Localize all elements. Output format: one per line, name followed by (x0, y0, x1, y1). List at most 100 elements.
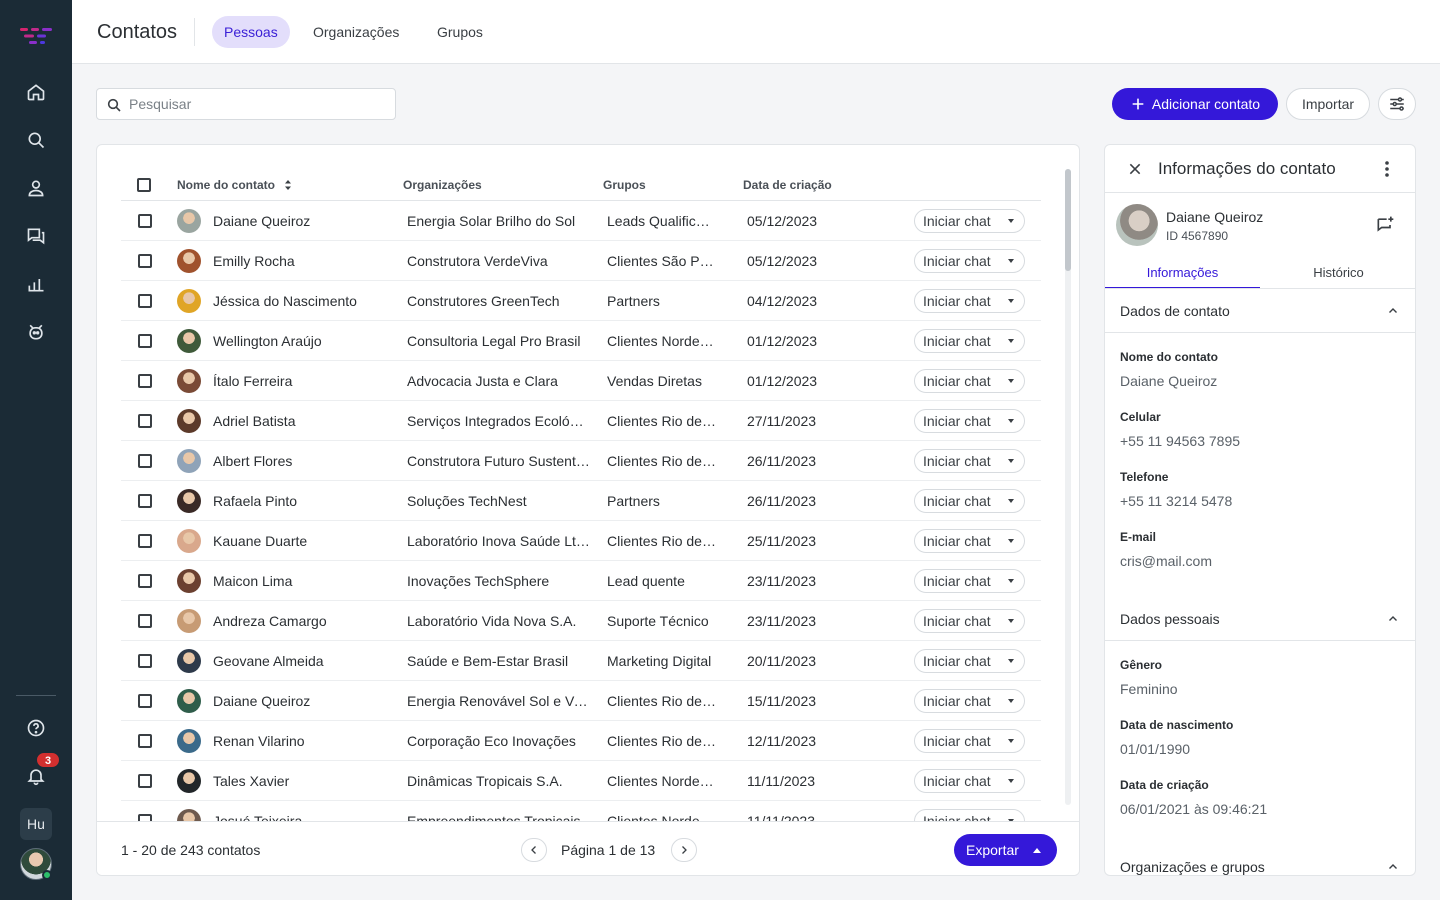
app-logo[interactable] (20, 26, 52, 46)
chevron-down-icon[interactable] (1008, 699, 1014, 703)
contact-name-cell[interactable]: Geovane Almeida (213, 653, 393, 669)
chevron-down-icon[interactable] (1008, 739, 1014, 743)
chevron-down-icon[interactable] (1008, 459, 1014, 463)
select-all-checkbox[interactable] (137, 178, 151, 192)
start-chat-button[interactable]: Iniciar chat (914, 249, 1025, 273)
row-checkbox[interactable] (138, 814, 152, 821)
chevron-down-icon[interactable] (1008, 499, 1014, 503)
start-chat-button[interactable]: Iniciar chat (914, 649, 1025, 673)
row-checkbox[interactable] (138, 494, 152, 508)
contact-name-cell[interactable]: Wellington Araújo (213, 333, 393, 349)
help-icon[interactable] (24, 716, 48, 740)
home-icon[interactable] (24, 80, 48, 104)
row-checkbox[interactable] (138, 734, 152, 748)
table-row[interactable]: Maicon Lima Inovações TechSphere Lead quen… (121, 561, 1041, 601)
start-chat-button[interactable]: Iniciar chat (914, 209, 1025, 233)
row-checkbox[interactable] (138, 374, 152, 388)
table-row[interactable]: Daiane Queiroz Energia Renovável Sol e Ve… (121, 681, 1041, 721)
sort-icon[interactable] (284, 179, 292, 191)
start-chat-button[interactable]: Iniciar chat (914, 489, 1025, 513)
row-checkbox[interactable] (138, 654, 152, 668)
contact-name-cell[interactable]: Ítalo Ferreira (213, 373, 393, 389)
export-button[interactable]: Exportar (954, 834, 1057, 866)
add-contact-button[interactable]: Adicionar contato (1112, 88, 1278, 120)
contact-name-cell[interactable]: Albert Flores (213, 453, 393, 469)
table-row[interactable]: Geovane Almeida Saúde e Bem-Estar Brasil M… (121, 641, 1041, 681)
import-button[interactable]: Importar (1286, 88, 1370, 120)
table-row[interactable]: Tales Xavier Dinâmicas Tropicais S.A. Clie… (121, 761, 1041, 801)
chevron-down-icon[interactable] (1008, 659, 1014, 663)
contact-name-cell[interactable]: Daiane Queiroz (213, 213, 393, 229)
more-options-icon[interactable] (1383, 160, 1391, 178)
row-checkbox[interactable] (138, 574, 152, 588)
contact-name-cell[interactable]: Rafaela Pinto (213, 493, 393, 509)
bot-icon[interactable] (24, 320, 48, 344)
chevron-down-icon[interactable] (1008, 539, 1014, 543)
table-row[interactable]: Albert Flores Construtora Futuro Sustentá… (121, 441, 1041, 481)
table-row[interactable]: Renan Vilarino Corporação Eco Inovações Cl… (121, 721, 1041, 761)
section-orgs-groups[interactable]: Organizações e grupos (1105, 845, 1415, 875)
chevron-down-icon[interactable] (1008, 259, 1014, 263)
chevron-down-icon[interactable] (1008, 579, 1014, 583)
reports-icon[interactable] (24, 272, 48, 296)
row-checkbox[interactable] (138, 454, 152, 468)
contact-name-cell[interactable]: Andreza Camargo (213, 613, 393, 629)
table-row[interactable]: Rafaela Pinto Soluções TechNest Partners 26… (121, 481, 1041, 521)
row-checkbox[interactable] (138, 294, 152, 308)
contact-name-cell[interactable]: Tales Xavier (213, 773, 393, 789)
table-row[interactable]: Ítalo Ferreira Advocacia Justa e Clara Ven… (121, 361, 1041, 401)
chat-icon[interactable] (24, 224, 48, 248)
tab-organizacoes[interactable]: Organizações (301, 16, 411, 48)
tab-informacoes[interactable]: Informações (1105, 257, 1260, 289)
row-checkbox[interactable] (138, 334, 152, 348)
chevron-down-icon[interactable] (1008, 299, 1014, 303)
filter-settings-button[interactable] (1378, 88, 1416, 120)
start-chat-button[interactable]: Iniciar chat (914, 369, 1025, 393)
search-field[interactable] (96, 88, 396, 120)
contact-name-cell[interactable]: Renan Vilarino (213, 733, 393, 749)
start-chat-button[interactable]: Iniciar chat (914, 529, 1025, 553)
start-chat-button[interactable]: Iniciar chat (914, 409, 1025, 433)
row-checkbox[interactable] (138, 694, 152, 708)
contact-name-cell[interactable]: Kauane Duarte (213, 533, 393, 549)
section-personal-data[interactable]: Dados pessoais (1105, 597, 1415, 641)
start-chat-button[interactable]: Iniciar chat (914, 609, 1025, 633)
start-chat-button[interactable]: Iniciar chat (914, 449, 1025, 473)
tab-grupos[interactable]: Grupos (425, 16, 495, 48)
start-chat-button[interactable]: Iniciar chat (914, 689, 1025, 713)
close-icon[interactable] (1127, 161, 1143, 177)
search-input[interactable] (129, 94, 384, 114)
start-chat-button[interactable]: Iniciar chat (914, 569, 1025, 593)
contact-name-cell[interactable]: Emilly Rocha (213, 253, 393, 269)
previous-page-button[interactable] (521, 838, 547, 862)
start-chat-button[interactable]: Iniciar chat (914, 729, 1025, 753)
chevron-down-icon[interactable] (1008, 779, 1014, 783)
new-chat-icon[interactable] (1375, 215, 1395, 235)
table-row[interactable]: Emilly Rocha Construtora VerdeViva Cliente… (121, 241, 1041, 281)
chevron-down-icon[interactable] (1008, 339, 1014, 343)
tab-pessoas[interactable]: Pessoas (212, 16, 290, 48)
row-checkbox[interactable] (138, 614, 152, 628)
tab-historico[interactable]: Histórico (1261, 257, 1415, 289)
table-row[interactable]: Adriel Batista Serviços Integrados Ecológ… (121, 401, 1041, 441)
table-row[interactable]: Andreza Camargo Laboratório Vida Nova S.A… (121, 601, 1041, 641)
table-scrollbar[interactable] (1065, 169, 1071, 805)
next-page-button[interactable] (671, 838, 697, 862)
row-checkbox[interactable] (138, 534, 152, 548)
start-chat-button[interactable]: Iniciar chat (914, 329, 1025, 353)
table-row[interactable]: Jéssica do Nascimento Construtores GreenT… (121, 281, 1041, 321)
table-row[interactable]: Wellington Araújo Consultoria Legal Pro B… (121, 321, 1041, 361)
chevron-down-icon[interactable] (1008, 419, 1014, 423)
column-header-name[interactable]: Nome do contato (177, 178, 292, 192)
start-chat-button[interactable]: Iniciar chat (914, 769, 1025, 793)
table-row[interactable]: Daiane Queiroz Energia Solar Brilho do So… (121, 201, 1041, 241)
contact-name-cell[interactable]: Daiane Queiroz (213, 693, 393, 709)
row-checkbox[interactable] (138, 774, 152, 788)
chevron-down-icon[interactable] (1008, 379, 1014, 383)
start-chat-button[interactable]: Iniciar chat (914, 289, 1025, 313)
workspace-button[interactable]: Hu (20, 808, 52, 840)
scrollbar-thumb[interactable] (1065, 169, 1071, 271)
chevron-down-icon[interactable] (1008, 619, 1014, 623)
table-row[interactable]: Josué Teixeira Empreendimentos Tropicais C… (121, 801, 1041, 821)
table-row[interactable]: Kauane Duarte Laboratório Inova Saúde Ltd… (121, 521, 1041, 561)
